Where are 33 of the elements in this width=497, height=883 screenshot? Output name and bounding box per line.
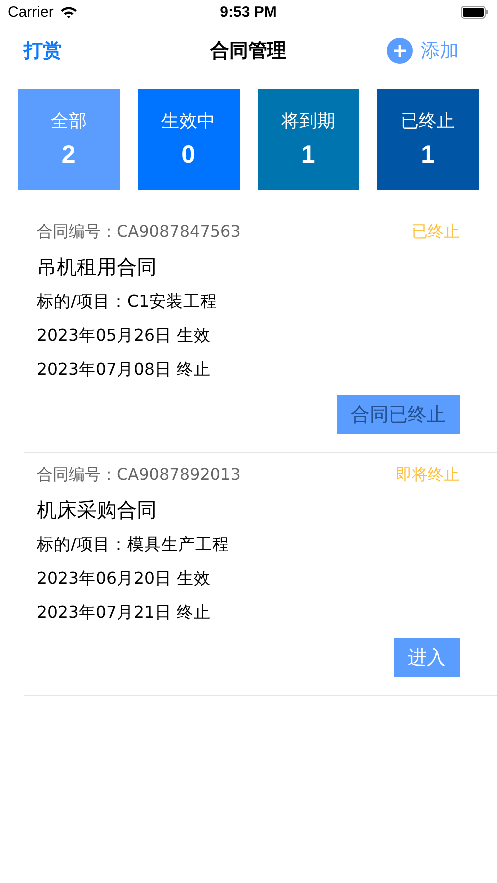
end-date: 2023年07月08日 终止 xyxy=(37,359,212,381)
stat-label: 将到期 xyxy=(281,110,336,133)
reward-link[interactable]: 打赏 xyxy=(24,38,62,64)
stat-label: 全部 xyxy=(50,110,87,133)
stat-count: 0 xyxy=(182,141,196,170)
stat-count: 2 xyxy=(62,141,76,170)
stat-tile[interactable]: 生效中 0 xyxy=(138,89,240,190)
carrier-label: Carrier xyxy=(8,4,54,21)
page-title: 合同管理 xyxy=(210,39,286,64)
contract-project: 标的/项目：C1安装工程 xyxy=(37,291,219,313)
add-link[interactable]: 添加 xyxy=(421,38,459,64)
stat-count: 1 xyxy=(421,141,436,170)
battery-icon xyxy=(461,6,489,19)
start-date: 2023年06月20日 生效 xyxy=(37,568,212,590)
stat-label: 生效中 xyxy=(162,110,216,133)
contract-action-button[interactable]: 进入 xyxy=(394,638,460,677)
contract-status: 已终止 xyxy=(412,222,460,242)
add-icon[interactable] xyxy=(387,38,413,64)
contract-number: 合同编号：CA9087847563 xyxy=(37,222,241,242)
stat-tile[interactable]: 全部 2 xyxy=(18,89,120,190)
stat-tile[interactable]: 已终止 1 xyxy=(377,89,479,190)
start-date: 2023年05月26日 生效 xyxy=(37,325,212,347)
contract-number: 合同编号：CA9087892013 xyxy=(37,464,241,486)
wifi-icon xyxy=(60,6,78,19)
contract-title: 机床采购合同 xyxy=(37,497,158,523)
stat-count: 1 xyxy=(301,141,316,170)
contract-title: 吊机租用合同 xyxy=(37,254,158,280)
contract-project: 标的/项目：模具生产工程 xyxy=(37,534,231,556)
status-time: 9:53 PM xyxy=(220,4,277,21)
contract-status: 即将终止 xyxy=(396,464,460,486)
stat-tile[interactable]: 将到期 1 xyxy=(258,89,360,190)
stat-label: 已终止 xyxy=(401,110,456,133)
end-date: 2023年07月21日 终止 xyxy=(37,602,212,624)
